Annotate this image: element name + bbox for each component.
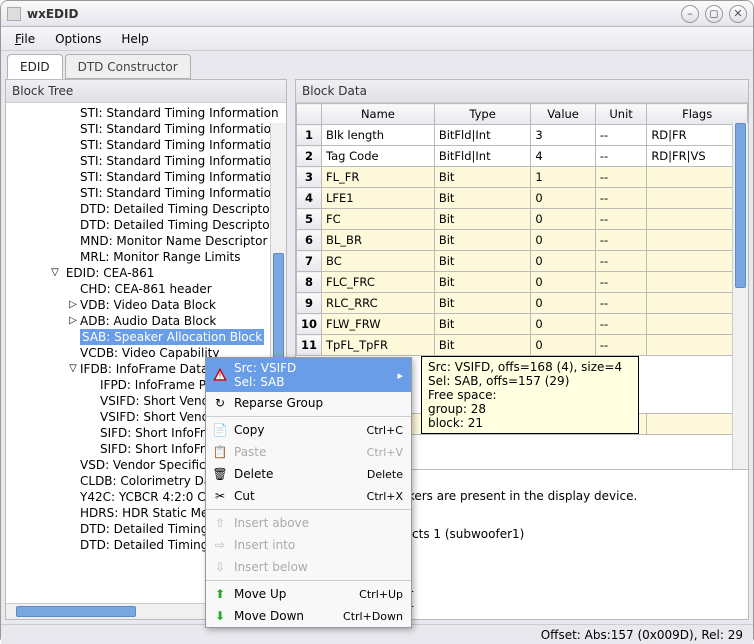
tree-item[interactable]: STI: Standard Timing Information — [6, 105, 286, 121]
table-row: 5FCBit0-- — [297, 209, 748, 230]
ctx-insert-below: ⇩Insert below — [206, 556, 411, 578]
tree-item[interactable]: MRL: Monitor Range Limits — [6, 249, 286, 265]
table-row: 10FLW_FRWBit0-- — [297, 314, 748, 335]
tree-item[interactable]: ▽ EDID: CEA-861 — [6, 265, 286, 281]
close-button[interactable]: ✕ — [729, 5, 747, 23]
tree-item-selected[interactable]: SAB: Speaker Allocation Block — [6, 329, 286, 345]
tree-item[interactable]: STI: Standard Timing Information — [6, 185, 286, 201]
tree-item[interactable]: STI: Standard Timing Information — [6, 121, 286, 137]
tab-edid[interactable]: EDID — [7, 54, 63, 79]
grid-vscrollbar[interactable] — [732, 123, 748, 469]
menu-help[interactable]: Help — [111, 30, 158, 48]
table-row: 1Blk lengthBitFld|Int3--RD|FR — [297, 125, 748, 146]
delete-icon: 🗑 — [212, 466, 228, 482]
move-down-icon: ⬇ — [212, 608, 228, 624]
tab-dtd-constructor[interactable]: DTD Constructor — [65, 54, 191, 79]
ctx-header[interactable]: ! Src: VSIFDSel: SAB ▸ — [206, 358, 411, 392]
arrow-right-icon: ⇨ — [212, 537, 228, 553]
window-title: wxEDID — [27, 7, 78, 21]
submenu-arrow-icon: ▸ — [397, 369, 403, 382]
grid-header: Name Type Value Unit Flags — [297, 104, 748, 125]
tab-bar: EDID DTD Constructor — [1, 51, 753, 79]
tooltip: Src: VSIFD, offs=168 (4), size=4 Sel: SA… — [421, 356, 639, 434]
cut-icon: ✂ — [212, 488, 228, 504]
ctx-move-down[interactable]: ⬇Move DownCtrl+Down — [206, 605, 411, 627]
table-row: 2Tag CodeBitFld|Int4--RD|FR|VS — [297, 146, 748, 167]
maximize-button[interactable]: ◻ — [705, 5, 723, 23]
chevron-down-icon[interactable]: ▽ — [66, 361, 80, 377]
tree-item[interactable]: STI: Standard Timing Information — [6, 153, 286, 169]
ctx-paste: 📋PasteCtrl+V — [206, 441, 411, 463]
ctx-insert-above: ⇧Insert above — [206, 512, 411, 534]
table-row: 11TpFL_TpFRBit0-- — [297, 335, 748, 356]
tree-item[interactable]: STI: Standard Timing Information — [6, 169, 286, 185]
app-icon — [7, 7, 21, 21]
chevron-down-icon[interactable]: ▽ — [48, 265, 62, 281]
tree-item[interactable]: DTD: Detailed Timing Descriptor — [6, 217, 286, 233]
status-text: Offset: Abs:157 (0x009D), Rel: 29 — [541, 628, 743, 642]
refresh-icon: ↻ — [212, 395, 228, 411]
table-row: 7BCBit0-- — [297, 251, 748, 272]
chevron-right-icon[interactable]: ▷ — [66, 313, 80, 329]
tree-item[interactable]: ▷VDB: Video Data Block — [6, 297, 286, 313]
titlebar[interactable]: wxEDID – ◻ ✕ — [1, 1, 753, 27]
warning-icon: ! — [212, 367, 228, 383]
table-row: 6BL_BRBit0-- — [297, 230, 748, 251]
context-menu: ! Src: VSIFDSel: SAB ▸ ↻Reparse Group 📄C… — [205, 357, 412, 628]
table-row: 4LFE1Bit0-- — [297, 188, 748, 209]
menu-options[interactable]: Options — [45, 30, 111, 48]
arrow-down-icon: ⇩ — [212, 559, 228, 575]
ctx-insert-into: ⇨Insert into — [206, 534, 411, 556]
block-tree-title: Block Tree — [6, 80, 286, 103]
minimize-button[interactable]: – — [681, 5, 699, 23]
ctx-move-up[interactable]: ⬆Move UpCtrl+Up — [206, 583, 411, 605]
tree-item[interactable]: CHD: CEA-861 header — [6, 281, 286, 297]
ctx-copy[interactable]: 📄CopyCtrl+C — [206, 419, 411, 441]
block-data-title: Block Data — [296, 80, 748, 103]
table-row: 8FLC_FRCBit0-- — [297, 272, 748, 293]
ctx-reparse[interactable]: ↻Reparse Group — [206, 392, 411, 414]
chevron-right-icon[interactable]: ▷ — [66, 297, 80, 313]
svg-text:!: ! — [218, 372, 221, 381]
tree-item[interactable]: DTD: Detailed Timing Descriptor — [6, 201, 286, 217]
menu-file[interactable]: File — [5, 30, 45, 48]
tree-item[interactable]: MND: Monitor Name Descriptor — [6, 233, 286, 249]
ctx-cut[interactable]: ✂CutCtrl+X — [206, 485, 411, 507]
ctx-delete[interactable]: 🗑DeleteDelete — [206, 463, 411, 485]
paste-icon: 📋 — [212, 444, 228, 460]
table-row: 9RLC_RRCBit0-- — [297, 293, 748, 314]
tree-item[interactable]: ▷ADB: Audio Data Block — [6, 313, 286, 329]
move-up-icon: ⬆ — [212, 586, 228, 602]
arrow-up-icon: ⇧ — [212, 515, 228, 531]
menubar: File Options Help — [1, 27, 753, 51]
copy-icon: 📄 — [212, 422, 228, 438]
tree-item[interactable]: STI: Standard Timing Information — [6, 137, 286, 153]
table-row: 3FL_FRBit1-- — [297, 167, 748, 188]
